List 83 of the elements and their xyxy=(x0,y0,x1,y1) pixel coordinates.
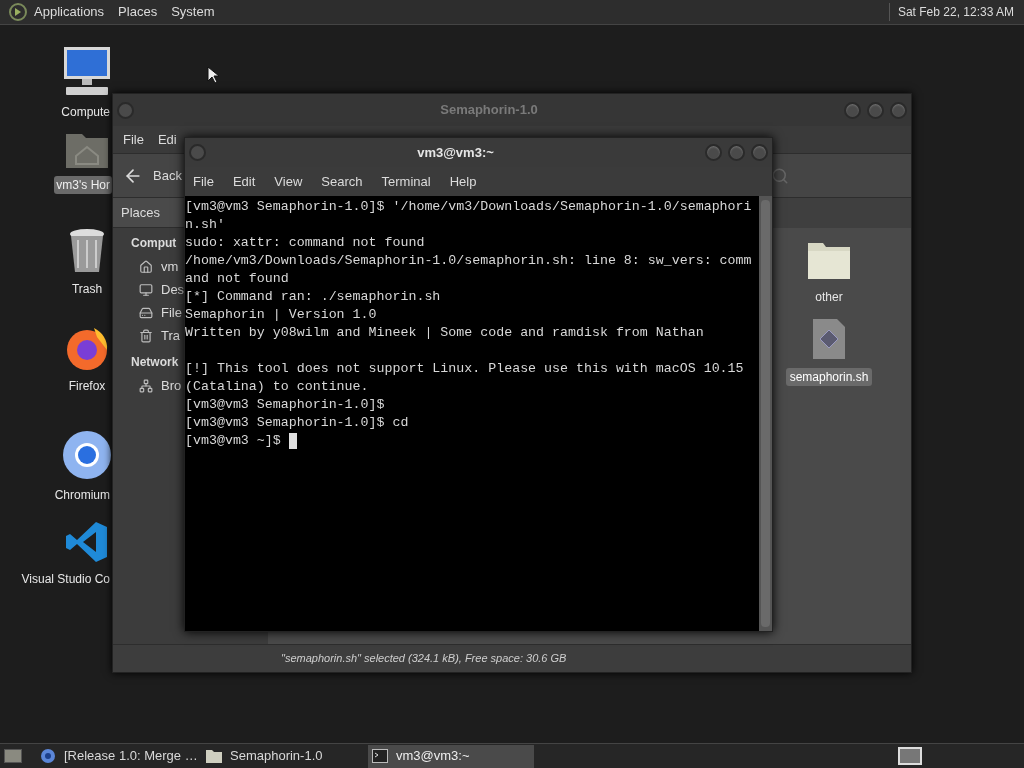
code-editor-icon xyxy=(65,520,109,564)
sidebar-heading: Network xyxy=(131,354,179,371)
home-icon xyxy=(139,259,153,274)
script-file-icon xyxy=(812,318,846,360)
search-icon[interactable] xyxy=(771,166,789,185)
window-control-icon[interactable] xyxy=(867,101,884,119)
task-button[interactable]: vm3@vm3:~ xyxy=(368,744,534,768)
menu-item[interactable]: Help xyxy=(449,171,477,192)
sidebar-item[interactable]: Tra xyxy=(131,324,181,347)
panel-menu[interactable]: Places xyxy=(118,2,158,22)
sidebar-item[interactable]: Des xyxy=(131,278,185,301)
window-menu-icon[interactable] xyxy=(117,101,134,119)
menu-item[interactable]: Edit xyxy=(232,171,256,192)
back-button[interactable]: Back xyxy=(123,165,182,186)
scrollbar[interactable] xyxy=(759,196,772,631)
terminal-line: [vm3@vm3 Semaphorin-1.0]$ cd xyxy=(185,414,409,432)
menu-item[interactable]: View xyxy=(274,171,303,192)
file-name[interactable]: semaphorin.sh xyxy=(785,368,873,386)
window-title: Semaphorin-1.0 xyxy=(439,101,539,120)
folder-icon xyxy=(807,240,851,280)
sidebar-label: Bro xyxy=(161,376,182,395)
sidebar-label: File xyxy=(161,303,182,322)
computer-icon xyxy=(62,45,112,97)
window-menu-icon[interactable] xyxy=(189,144,206,161)
sidebar-item[interactable]: Bro xyxy=(131,374,182,397)
browser-icon xyxy=(40,748,56,764)
sidebar-item[interactable]: vm xyxy=(131,255,179,278)
terminal-line: Semaphorin | Version 1.0 xyxy=(185,306,377,324)
terminal-line: [vm3@vm3 Semaphorin-1.0]$ '/home/vm3/Downloads/Semaphorin-1.0/semaphori xyxy=(185,198,752,216)
desktop-icon-label[interactable]: Firefox xyxy=(66,377,108,395)
desktop-icon-label[interactable]: Visual Studio Co xyxy=(19,570,112,588)
window-control-icon[interactable] xyxy=(890,101,907,119)
window-control-icon[interactable] xyxy=(728,144,745,161)
text-cursor-icon xyxy=(288,433,297,449)
firefox-icon xyxy=(64,325,110,371)
trash-icon xyxy=(139,328,153,343)
menu-item[interactable]: File xyxy=(123,129,144,150)
network-icon xyxy=(139,378,153,393)
terminal-line: [!] This tool does not support Linux. Please use this with macOS 10.15 xyxy=(185,360,744,378)
desktop-icon-label[interactable]: Chromium xyxy=(52,486,112,504)
sidebar-label: Tra xyxy=(161,326,181,345)
trash-can-icon xyxy=(68,228,106,274)
terminal-line: Written by y08wilm and Mineek | Some code and ramdisk from Nathan xyxy=(185,324,704,342)
sidebar-title[interactable]: Places xyxy=(121,202,161,223)
desktop-icon-label[interactable]: vm3's Hor xyxy=(54,176,112,194)
terminal-line: [vm3@vm3 Semaphorin-1.0]$ xyxy=(185,396,385,414)
sidebar-heading: Comput xyxy=(131,235,177,252)
window-control-icon[interactable] xyxy=(751,144,768,161)
terminal-icon xyxy=(372,749,388,763)
terminal-line: sudo: xattr: command not found xyxy=(185,234,425,252)
mouse-pointer-icon xyxy=(207,66,219,84)
window-control-icon[interactable] xyxy=(844,101,861,119)
distro-logo-icon[interactable] xyxy=(8,2,28,22)
panel-menu[interactable]: System xyxy=(171,2,215,22)
terminal-line: n.sh' xyxy=(185,216,225,234)
desktop-icon-label[interactable]: Compute xyxy=(59,103,112,121)
task-button[interactable]: [Release 1.0: Merge … xyxy=(36,744,202,768)
clock[interactable]: Sat Feb 22, 12:33 AM xyxy=(888,3,1016,21)
menu-item[interactable]: Search xyxy=(321,171,363,192)
workspace-switcher[interactable] xyxy=(898,747,922,765)
terminal-line: [*] Command ran: ./semaphorin.sh xyxy=(185,288,441,306)
drive-icon xyxy=(139,305,153,320)
sidebar-label: Des xyxy=(161,280,185,299)
window-title: vm3@vm3:~ xyxy=(416,143,495,162)
file-name[interactable]: other xyxy=(811,288,847,306)
menu-item[interactable]: File xyxy=(193,171,214,192)
terminal-line: (Catalina) to continue. xyxy=(185,378,369,396)
show-desktop-icon[interactable] xyxy=(4,749,22,763)
folder-icon xyxy=(206,749,222,763)
desktop-icon-label[interactable]: Trash xyxy=(69,280,105,298)
terminal-line: and not found xyxy=(185,270,289,288)
status-text: "semaphorin.sh" selected (324.1 kB), Free space: 30.6 GB xyxy=(281,651,567,667)
sidebar-item[interactable]: File xyxy=(131,301,182,324)
panel-menu[interactable]: Applications xyxy=(34,2,105,22)
task-button[interactable]: Semaphorin-1.0 xyxy=(202,744,368,768)
menu-item[interactable]: Edi xyxy=(157,129,177,150)
terminal-line: /home/vm3/Downloads/Semaphorin-1.0/semaphorin.sh: line 8: sw_vers: comm xyxy=(185,252,752,270)
monitor-icon xyxy=(139,282,153,297)
sidebar-label: vm xyxy=(161,257,179,276)
menu-item[interactable]: Terminal xyxy=(381,171,431,192)
terminal-line: [vm3@vm3 ~]$ xyxy=(185,432,281,450)
chromium-icon xyxy=(62,430,112,480)
window-control-icon[interactable] xyxy=(705,144,722,161)
